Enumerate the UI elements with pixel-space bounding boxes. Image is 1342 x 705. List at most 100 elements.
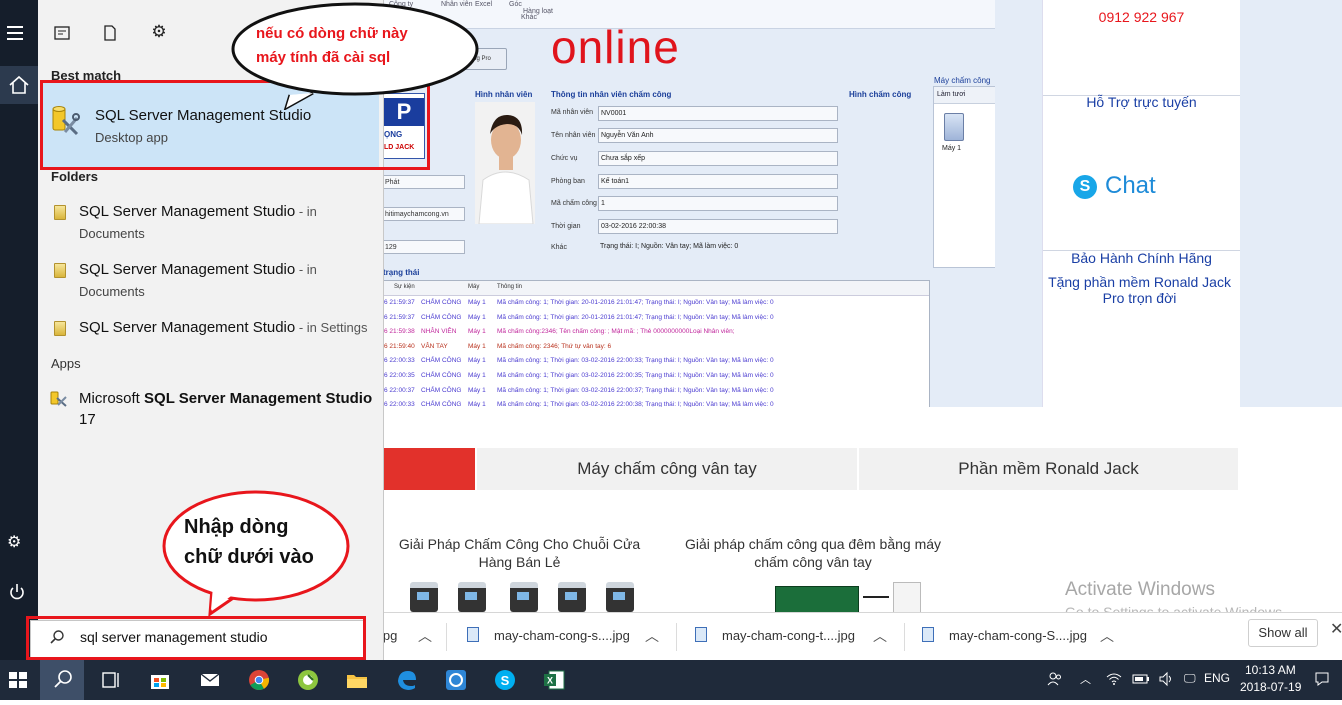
chevron-up-icon[interactable]: ︿	[645, 613, 659, 659]
folder-icon	[54, 263, 66, 278]
hamburger-menu-icon[interactable]	[7, 26, 23, 40]
devices-panel: Làm tươi Máy 1	[933, 86, 995, 268]
folder-result[interactable]: SQL Server Management Studio - in Docume…	[38, 196, 383, 246]
support-link[interactable]: Hỗ Trợ trực tuyến	[1043, 94, 1240, 110]
volume-icon[interactable]	[1158, 671, 1174, 690]
log-header: Sự kiện Máy Thông tin	[384, 281, 929, 296]
log-cell-event: VÂN TAY	[421, 342, 448, 350]
field-value: NV0001	[598, 106, 838, 121]
overnight-diagram-image	[775, 578, 925, 614]
software-box-image	[775, 586, 859, 614]
log-row: 6 21:59:38 NHÂN VIÊN Máy 1 Mã chấm công:234…	[384, 325, 929, 340]
chevron-up-icon[interactable]: ︿	[1100, 613, 1114, 659]
field-label: Tên nhân viên	[551, 132, 596, 139]
file-explorer-icon[interactable]	[345, 668, 369, 692]
log-row: 6 22:00:37 CHẤM CÔNG Máy 1 Mã chấm công: 1;…	[384, 384, 929, 399]
tab-fingerprint-machine[interactable]: Máy chấm công vân tay	[475, 448, 857, 490]
ime-indicator[interactable]: 🖵	[1184, 671, 1196, 686]
folder-result[interactable]: SQL Server Management Studio - in Docume…	[38, 254, 383, 304]
filter-settings-icon[interactable]: ⚙	[148, 22, 170, 42]
arrow	[863, 596, 889, 598]
field-value: Trạng thái: I; Nguồn: Vân tay; Mã làm vi…	[600, 243, 739, 250]
power-icon[interactable]	[7, 582, 27, 602]
people-icon[interactable]	[1047, 671, 1063, 690]
device-image	[606, 582, 634, 612]
log-cell-event: CHẤM CÔNG	[421, 401, 462, 407]
section-status: trạng thái	[383, 268, 420, 277]
tab-active[interactable]	[383, 448, 475, 490]
app-result[interactable]: Microsoft SQL Server Management Studio 1…	[38, 383, 383, 433]
log-cell-event: CHẤM CÔNG	[421, 357, 462, 365]
download-item[interactable]: may-cham-cong-S....jpg ︿	[922, 613, 1122, 661]
chevron-up-icon[interactable]: ︿	[873, 613, 887, 659]
folder-result[interactable]: SQL Server Management Studio - in Settin…	[38, 312, 383, 348]
log-cell-time: 6 21:59:40	[384, 342, 415, 350]
field-label: Khác	[551, 244, 567, 251]
folder-icon	[54, 205, 66, 220]
field-value: Nguyễn Văn Anh	[598, 128, 838, 143]
device-image	[558, 582, 586, 612]
log-cell-info: Mã chấm công: 1; Thời gian: 20-01-2016 2…	[497, 313, 774, 321]
windows-start-icon[interactable]	[6, 668, 30, 692]
close-icon[interactable]: ✕	[1330, 619, 1342, 639]
gift-link[interactable]: Tặng phần mềm Ronald Jack Pro trọn đời	[1043, 274, 1236, 306]
log-row: 6 22:00:35 CHẤM CÔNG Máy 1 Mã chấm công: 1;…	[384, 369, 929, 384]
log-cell-info: Mã chấm công: 2346; Thứ tự vân tay: 6	[497, 342, 612, 350]
language-indicator[interactable]: ENG	[1204, 671, 1230, 685]
filter-documents-icon[interactable]	[99, 24, 121, 47]
wifi-icon[interactable]	[1106, 671, 1122, 690]
log-cell-machine: Máy 1	[468, 328, 486, 336]
filter-apps-icon[interactable]	[51, 24, 73, 47]
clock-date[interactable]: 2018-07-19	[1240, 680, 1301, 694]
section-attendance-photo: Hình chấm công	[849, 90, 912, 99]
log-cell-machine: Máy 1	[468, 401, 486, 407]
home-icon[interactable]	[0, 66, 38, 104]
taskbar-search-button[interactable]	[40, 660, 84, 700]
edge-icon[interactable]	[395, 668, 419, 692]
store-icon[interactable]	[148, 668, 172, 692]
image-file-icon	[695, 627, 707, 642]
battery-icon[interactable]	[1132, 671, 1150, 690]
image-file-icon	[467, 627, 479, 642]
solution-overnight[interactable]: Giải pháp chấm công qua đêm bằng máy chấ…	[680, 535, 946, 571]
document-image	[893, 582, 921, 614]
ssms-small-icon	[50, 389, 68, 407]
folder-location-prefix: - in	[295, 262, 317, 277]
folder-name: SQL Server Management Studio	[79, 203, 296, 220]
start-menu-rail: ⚙	[0, 0, 38, 660]
folder-location: Documents	[79, 284, 145, 299]
log-cell-machine: Máy 1	[468, 313, 486, 321]
log-cell-machine: Máy 1	[468, 372, 486, 379]
download-item[interactable]: jpg ︿	[380, 613, 440, 661]
chat-label: Chat	[1105, 172, 1156, 199]
clock-time[interactable]: 10:13 AM	[1245, 663, 1296, 677]
show-all-button[interactable]: Show all	[1248, 619, 1318, 647]
solution-retail[interactable]: Giải Pháp Chấm Công Cho Chuỗi Cửa Hàng B…	[392, 535, 647, 571]
page-stripe	[995, 0, 1042, 407]
left-field: 129	[383, 240, 465, 254]
download-filename: may-cham-cong-S....jpg	[949, 628, 1087, 643]
field-value: Kế toán1	[598, 174, 838, 189]
log-col-machine: Máy	[468, 284, 480, 290]
download-item[interactable]: may-cham-cong-s....jpg ︿	[467, 613, 667, 661]
show-hidden-icons[interactable]: ︿	[1080, 671, 1091, 687]
green-app-icon[interactable]	[296, 668, 320, 692]
skype-taskbar-icon[interactable]: S	[493, 668, 517, 692]
folder-name: SQL Server Management Studio	[79, 319, 296, 336]
mail-icon[interactable]	[198, 668, 222, 692]
chevron-up-icon[interactable]: ︿	[418, 613, 432, 659]
chrome-icon[interactable]	[247, 668, 271, 692]
log-cell-time: 6 22:00:37	[384, 386, 415, 394]
download-item[interactable]: may-cham-cong-t....jpg ︿	[695, 613, 895, 661]
notifications-icon[interactable]	[1314, 671, 1330, 690]
task-view-icon[interactable]	[99, 668, 123, 692]
blue-app-icon[interactable]	[444, 668, 468, 692]
log-cell-time: 6 22:00:33	[384, 401, 415, 407]
tab-ronald-jack-software[interactable]: Phần mềm Ronald Jack	[857, 448, 1238, 490]
skype-icon: S	[1073, 175, 1097, 199]
settings-gear-icon[interactable]: ⚙	[7, 532, 21, 552]
excel-icon[interactable]: X	[542, 668, 566, 692]
warranty-link[interactable]: Bảo Hành Chính Hãng	[1043, 250, 1240, 266]
folder-title: SQL Server Management Studio - in	[79, 203, 317, 220]
event-log: Sự kiện Máy Thông tin 6 21:59:37 CHẤM CÔN…	[383, 280, 930, 407]
